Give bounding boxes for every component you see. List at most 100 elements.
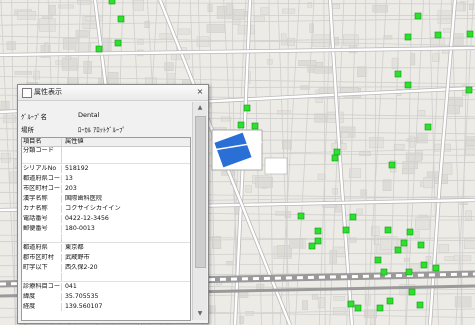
table-row[interactable] <box>22 234 190 243</box>
row-key: 市区町村コード <box>23 185 62 193</box>
row-value: 180-0013 <box>65 225 95 232</box>
row-value: 0422-12-3456 <box>65 215 109 222</box>
facility-marker[interactable] <box>404 33 412 41</box>
row-value: 国際歯科医院 <box>65 195 103 202</box>
facility-marker[interactable] <box>314 237 322 245</box>
close-button[interactable]: × <box>195 86 205 97</box>
row-value <box>65 147 189 155</box>
facility-marker[interactable] <box>424 123 432 131</box>
row-value: コクサイシカイイン <box>65 205 121 212</box>
row-value: 35.705535 <box>65 293 99 300</box>
table-row[interactable]: 分類コード <box>22 147 190 155</box>
facility-marker[interactable] <box>237 121 245 129</box>
facility-marker[interactable] <box>386 297 394 305</box>
scroll-thumb[interactable] <box>195 116 206 268</box>
facility-marker[interactable] <box>349 213 357 221</box>
facility-marker[interactable] <box>384 226 392 234</box>
facility-marker[interactable] <box>331 154 339 162</box>
table-row[interactable] <box>22 273 190 282</box>
place-value: ﾛｰｶﾙ ｱﾛｯﾄｸﾞﾙｰﾌﾟ <box>78 126 126 134</box>
facility-marker[interactable] <box>108 0 116 5</box>
table-row[interactable]: 電話番号 0422-12-3456 <box>22 215 190 223</box>
table-row[interactable]: 郵便番号 180-0013 <box>22 225 190 233</box>
row-value: 西久保2-20 <box>65 264 98 271</box>
facility-marker[interactable] <box>333 148 341 156</box>
row-value: 武蔵野市 <box>65 254 90 261</box>
group-value: Dental <box>78 111 100 119</box>
facility-marker[interactable] <box>380 268 388 276</box>
header-key: 項目名 <box>23 138 62 146</box>
facility-marker[interactable] <box>394 246 402 254</box>
vertical-scrollbar[interactable]: ▲ ▼ <box>192 102 207 320</box>
row-key: 漢字名称 <box>23 195 62 203</box>
facility-marker[interactable] <box>466 30 474 38</box>
row-key: 都道府県 <box>23 244 62 252</box>
row-key <box>23 234 62 242</box>
facility-marker[interactable] <box>406 228 414 236</box>
table-row[interactable]: カナ名称 コクサイシカイイン <box>22 205 190 213</box>
row-key: 診療科目コード <box>23 283 62 291</box>
facility-marker[interactable] <box>434 31 442 39</box>
facility-marker[interactable] <box>297 212 305 220</box>
table-row[interactable]: 緯度 35.705535 <box>22 293 190 301</box>
table-row[interactable]: 漢字名称 国際歯科医院 <box>22 195 190 203</box>
row-key: 経度 <box>23 303 62 311</box>
facility-marker[interactable] <box>95 45 103 53</box>
dialog-title: 属性表示 <box>34 88 62 96</box>
facility-marker[interactable] <box>374 256 382 264</box>
scroll-up-icon[interactable]: ▲ <box>195 103 205 113</box>
facility-marker[interactable] <box>388 161 396 169</box>
scroll-down-icon[interactable]: ▼ <box>195 309 205 319</box>
table-row[interactable]: 都道府県 東京都 <box>22 244 190 252</box>
row-value: 13 <box>65 175 73 182</box>
row-value <box>65 273 189 281</box>
place-label: 場所 <box>21 126 34 134</box>
row-value: 203 <box>65 185 77 192</box>
row-key: 電話番号 <box>23 215 62 223</box>
dialog-titlebar[interactable]: 属性表示 × <box>18 85 208 101</box>
facility-marker[interactable] <box>314 227 322 235</box>
facility-marker[interactable] <box>251 122 259 130</box>
facility-marker[interactable] <box>114 39 122 47</box>
facility-marker[interactable] <box>432 264 440 272</box>
row-key: シリアルNo <box>23 165 62 173</box>
table-row[interactable]: シリアルNo 518192 <box>22 165 190 173</box>
row-key: 郡市区町村 <box>23 254 62 262</box>
table-row[interactable]: 町字以下 西久保2-20 <box>22 264 190 272</box>
table-row[interactable]: 都道府県コード 13 <box>22 175 190 183</box>
facility-marker[interactable] <box>416 301 424 309</box>
facility-marker[interactable] <box>347 300 355 308</box>
row-key: 郵便番号 <box>23 225 62 233</box>
window-icon <box>22 88 32 98</box>
facility-marker[interactable] <box>394 70 402 78</box>
row-value <box>65 155 189 163</box>
table-row[interactable]: 診療科目コード 041 <box>22 283 190 291</box>
table-row[interactable]: 経度 139.560107 <box>22 303 190 311</box>
group-label: ｸﾞﾙｰﾌﾟ名 <box>21 113 47 121</box>
row-key: 緯度 <box>23 293 62 301</box>
row-key: カナ名称 <box>23 205 62 213</box>
row-value: 518192 <box>65 165 89 172</box>
row-key <box>23 155 62 163</box>
facility-marker[interactable] <box>243 104 251 112</box>
facility-marker[interactable] <box>376 304 384 312</box>
facility-marker[interactable] <box>117 15 125 23</box>
facility-marker[interactable] <box>405 268 413 276</box>
facility-marker[interactable] <box>417 241 425 249</box>
row-key: 町字以下 <box>23 264 62 272</box>
row-value: 041 <box>65 283 77 290</box>
facility-marker[interactable] <box>308 242 316 250</box>
facility-marker[interactable] <box>400 239 408 247</box>
facility-marker[interactable] <box>465 86 473 94</box>
facility-marker[interactable] <box>408 288 416 296</box>
facility-marker[interactable] <box>404 81 412 89</box>
facility-marker[interactable] <box>414 12 422 20</box>
table-row[interactable]: 市区町村コード 203 <box>22 185 190 193</box>
row-key <box>23 273 62 281</box>
facility-marker[interactable] <box>354 304 362 312</box>
facility-marker[interactable] <box>420 261 428 269</box>
table-row[interactable] <box>22 155 190 164</box>
facility-marker[interactable] <box>342 226 350 234</box>
table-row[interactable]: 郡市区町村 武蔵野市 <box>22 254 190 262</box>
attribute-table[interactable]: 項目名 属性値 分類コード シリアルNo 518192 都道府県コード 13 市区町… <box>21 137 191 321</box>
